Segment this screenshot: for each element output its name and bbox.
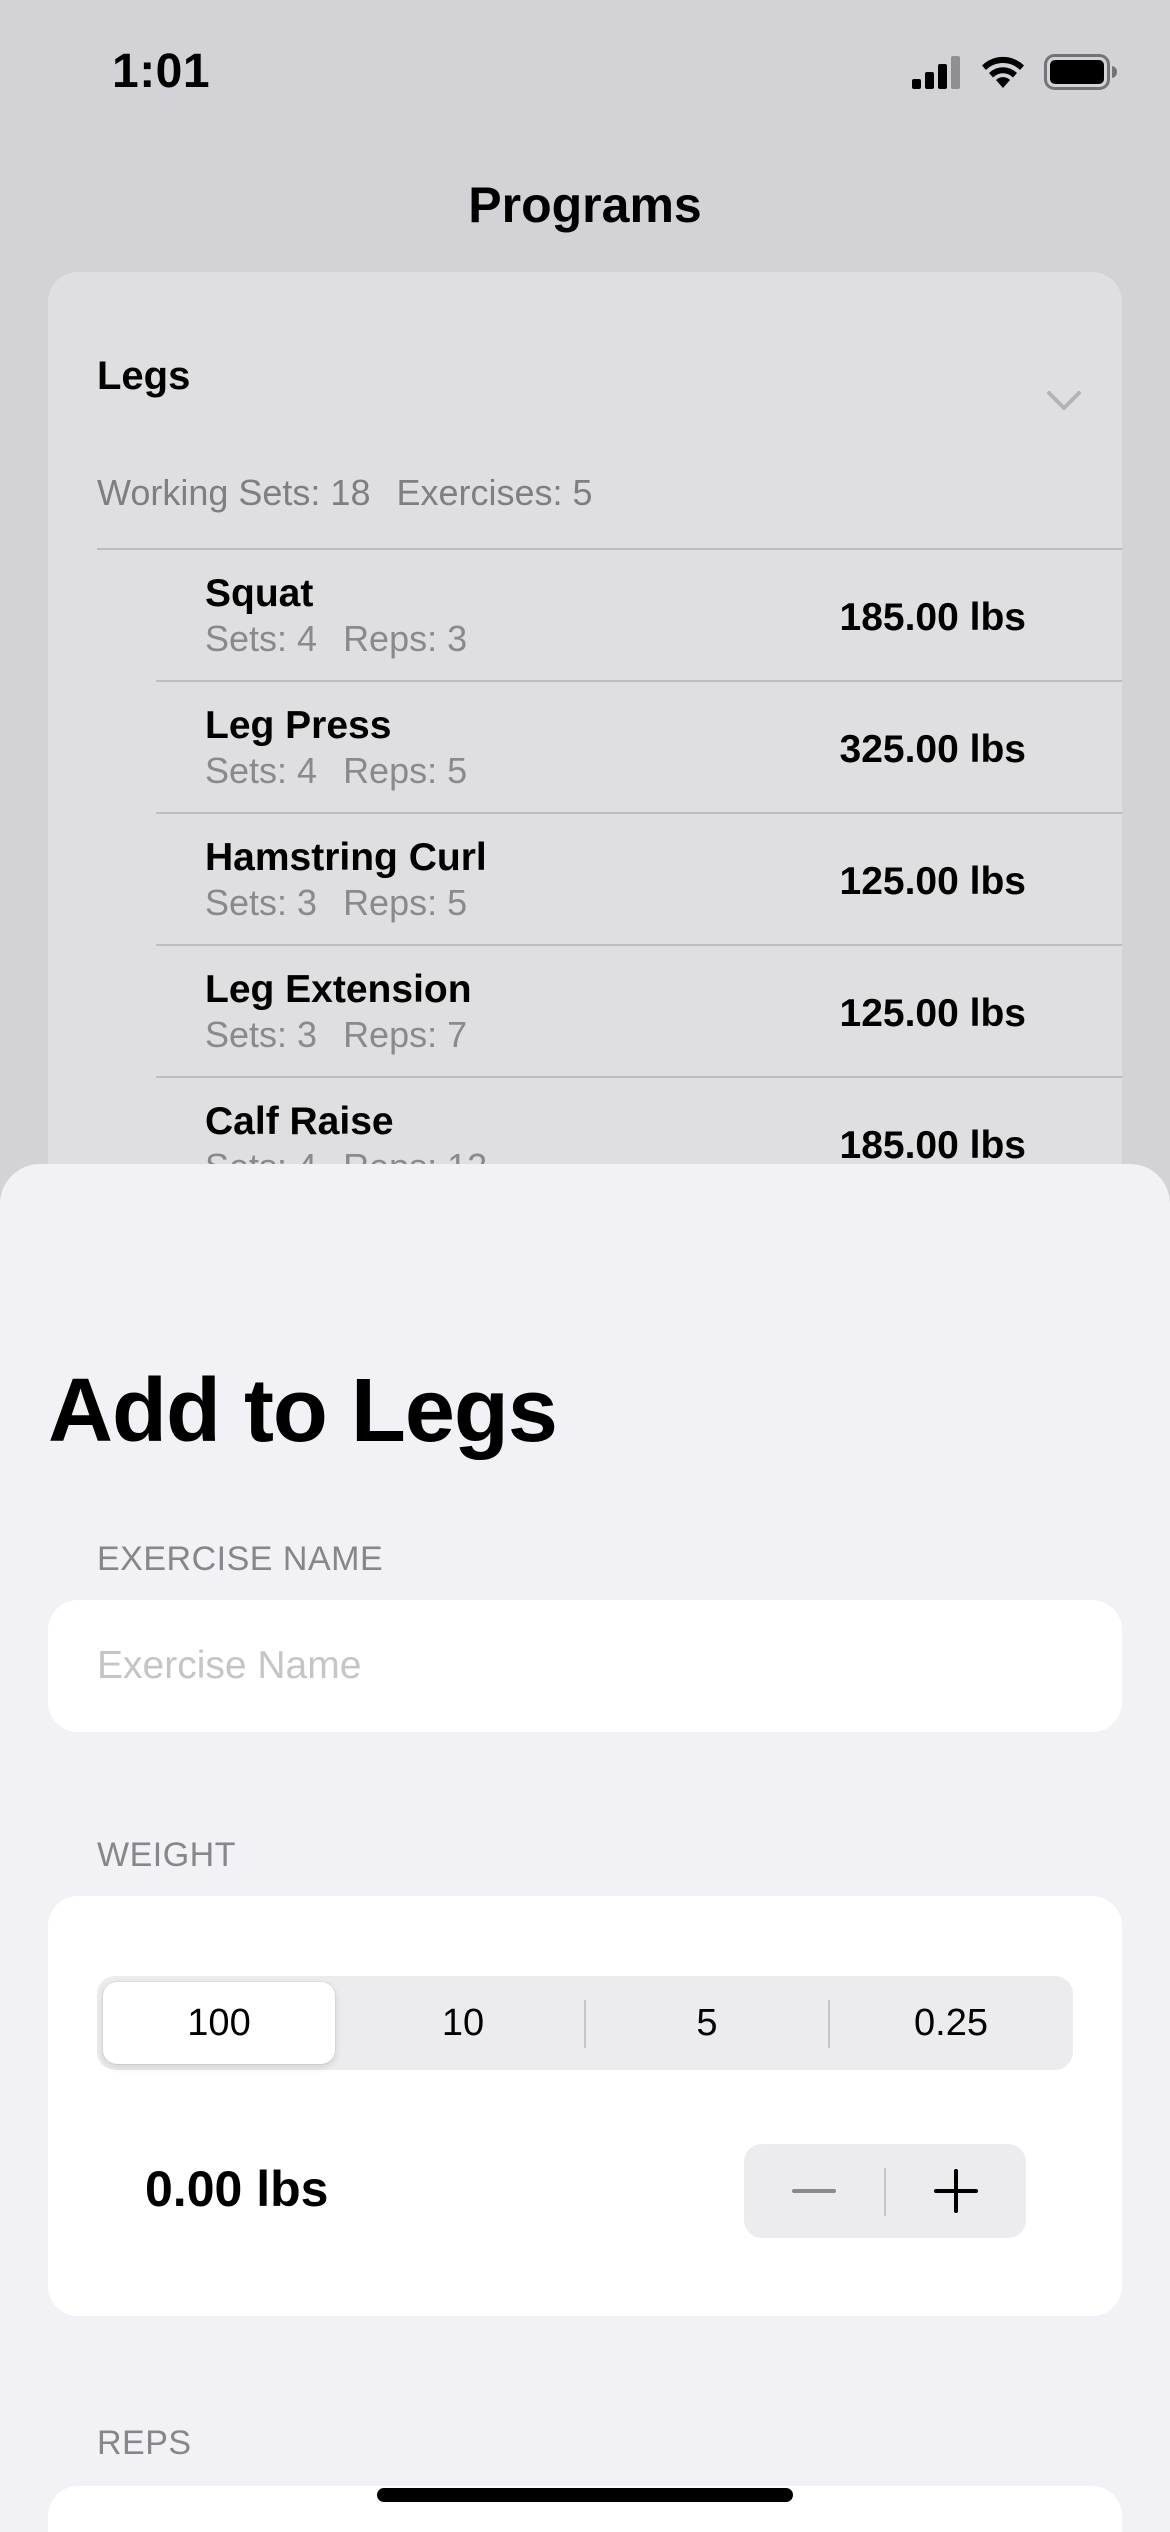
exercise-name-card: [48, 1600, 1122, 1732]
exercise-weight: 185.00 lbs: [839, 1124, 1026, 1167]
chevron-down-icon[interactable]: [1046, 390, 1082, 412]
exercise-name: Squat: [205, 572, 314, 615]
exercise-sets: Sets: 3: [205, 882, 318, 923]
exercise-name: Hamstring Curl: [205, 836, 487, 879]
exercises-count: Exercises: 5: [396, 472, 593, 513]
reps-label: REPS: [97, 2424, 192, 2462]
sheet-title: Add to Legs: [48, 1361, 558, 1461]
exercise-weight: 185.00 lbs: [839, 596, 1026, 639]
cellular-signal-icon: [912, 56, 960, 89]
exercise-weight: 325.00 lbs: [839, 728, 1026, 771]
exercise-name-label: EXERCISE NAME: [97, 1540, 384, 1578]
increment-option[interactable]: 5: [591, 1982, 823, 2064]
home-indicator[interactable]: [377, 2488, 793, 2502]
exercise-row[interactable]: Leg Press Sets: 4 Reps: 5 325.00 lbs: [156, 682, 1122, 814]
plus-icon: [934, 2169, 978, 2213]
program-stats: Working Sets: 18 Exercises: 5: [97, 472, 593, 514]
exercise-reps: Reps: 7: [343, 1014, 468, 1055]
exercise-detail: Sets: 3 Reps: 5: [205, 882, 467, 924]
increment-button[interactable]: [886, 2144, 1026, 2238]
increment-option[interactable]: 10: [347, 1982, 579, 2064]
exercise-name: Leg Extension: [205, 968, 472, 1011]
status-icons: [912, 52, 1118, 92]
weight-label: WEIGHT: [97, 1836, 236, 1874]
exercise-weight: 125.00 lbs: [839, 992, 1026, 1035]
exercise-detail: Sets: 4 Reps: 3: [205, 618, 467, 660]
exercise-name: Calf Raise: [205, 1100, 394, 1143]
add-exercise-sheet: Add to Legs EXERCISE NAME WEIGHT 100 10 …: [0, 1164, 1170, 2532]
working-sets-count: Working Sets: 18: [97, 472, 371, 513]
exercise-sets: Sets: 4: [205, 750, 318, 791]
segment-separator: [828, 2000, 830, 2048]
decrement-button[interactable]: [744, 2144, 884, 2238]
minus-icon: [792, 2189, 836, 2193]
exercise-name-input[interactable]: [97, 1600, 1073, 1732]
exercise-reps: Reps: 5: [343, 750, 468, 791]
exercise-name: Leg Press: [205, 704, 392, 747]
segment-separator: [584, 2000, 586, 2048]
exercise-sets: Sets: 3: [205, 1014, 318, 1055]
weight-value: 0.00 lbs: [145, 2161, 329, 2217]
wifi-icon: [982, 56, 1024, 88]
increment-option[interactable]: 0.25: [835, 1982, 1067, 2064]
nav-title: Programs: [468, 177, 702, 233]
exercise-detail: Sets: 4 Reps: 5: [205, 750, 467, 792]
exercise-reps: Reps: 5: [343, 882, 468, 923]
weight-increment-picker[interactable]: 100 10 5 0.25: [97, 1976, 1073, 2070]
exercise-row[interactable]: Leg Extension Sets: 3 Reps: 7 125.00 lbs: [156, 946, 1122, 1078]
weight-stepper[interactable]: [744, 2144, 1026, 2238]
battery-icon: [1044, 54, 1117, 90]
weight-card: 100 10 5 0.25 0.00 lbs: [48, 1896, 1122, 2316]
status-bar: 1:01: [0, 0, 1170, 140]
status-time: 1:01: [112, 45, 211, 98]
program-card[interactable]: Legs Working Sets: 18 Exercises: 5 Squat …: [48, 272, 1122, 1192]
exercise-row[interactable]: Squat Sets: 4 Reps: 3 185.00 lbs: [156, 550, 1122, 682]
exercise-reps: Reps: 3: [343, 618, 468, 659]
exercise-row[interactable]: Hamstring Curl Sets: 3 Reps: 5 125.00 lbs: [156, 814, 1122, 946]
exercise-detail: Sets: 3 Reps: 7: [205, 1014, 467, 1056]
increment-option[interactable]: 100: [103, 1982, 335, 2064]
program-name: Legs: [97, 354, 191, 398]
exercise-weight: 125.00 lbs: [839, 860, 1026, 903]
exercise-sets: Sets: 4: [205, 618, 318, 659]
